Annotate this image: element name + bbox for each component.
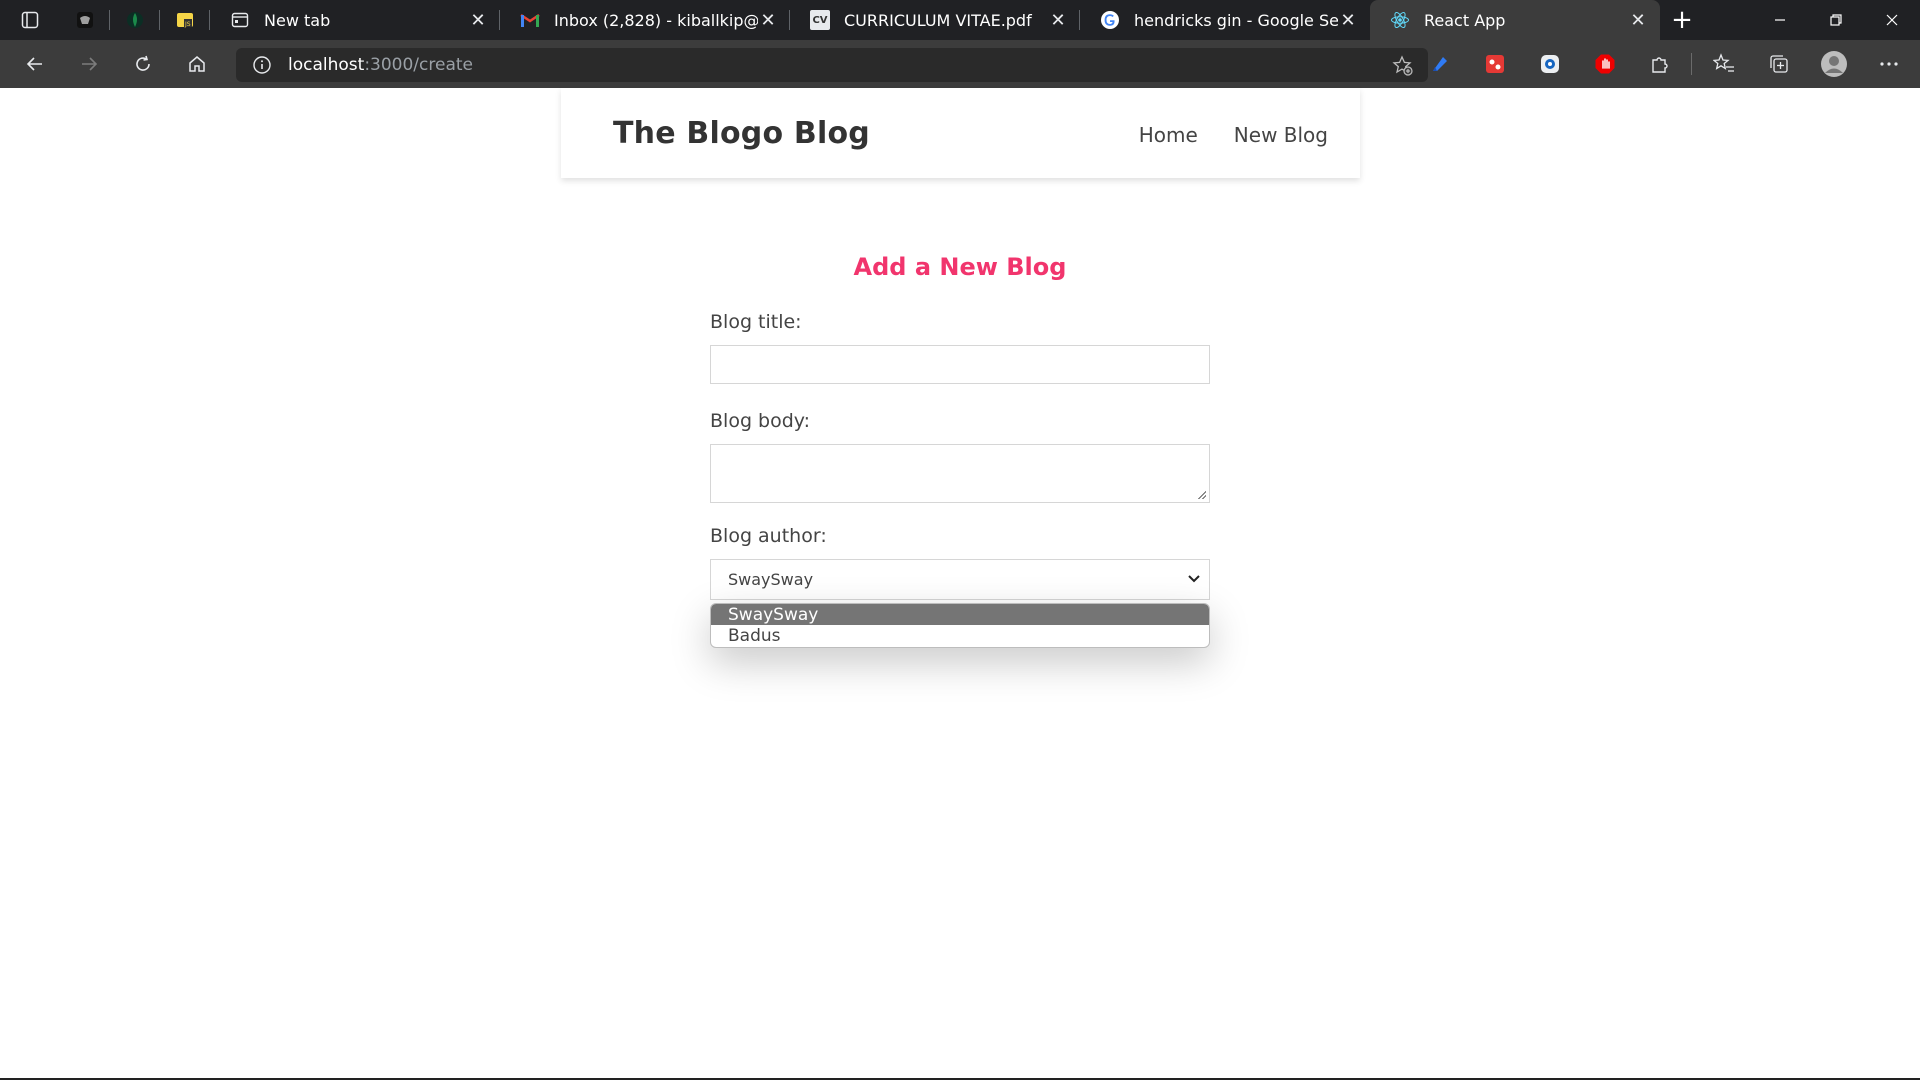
cv-icon: CV [810, 10, 830, 30]
close-icon[interactable]: ✕ [1628, 10, 1648, 31]
pen-extension-icon [1432, 57, 1447, 71]
blog-title-label: Blog title: [710, 311, 802, 333]
google-icon [1100, 10, 1120, 30]
svg-text:JS: JS [184, 21, 191, 28]
resize-grip-icon[interactable] [1198, 491, 1206, 499]
web-page: The Blogo Blog Home New Blog Add a New B… [0, 88, 1920, 1078]
puzzle-red-extension-icon [1485, 55, 1504, 73]
js-folder-icon: JS [177, 13, 193, 28]
author-option-badus[interactable]: Badus [711, 625, 1209, 646]
tab-title: CURRICULUM VITAE.pdf [844, 10, 1032, 30]
tab-actions-icon [21, 11, 39, 29]
extension-1[interactable] [1412, 40, 1467, 88]
home-button[interactable] [170, 40, 224, 88]
toolbar-divider [1691, 53, 1692, 75]
tab-react-app[interactable]: React App ✕ [1370, 0, 1660, 40]
blog-author-select[interactable]: SwaySway [710, 559, 1210, 600]
tab-google-search[interactable]: hendricks gin - Google Search ✕ [1080, 0, 1370, 40]
forward-arrow-icon [82, 57, 98, 71]
chevron-down-icon [1188, 575, 1200, 583]
shield-extension-icon [1540, 55, 1559, 73]
new-tab-button[interactable]: + [1660, 0, 1704, 40]
favorites-star-list-icon [1712, 53, 1734, 72]
blog-body-label: Blog body: [710, 410, 811, 432]
address-bar[interactable]: localhost:3000/create [236, 48, 1428, 82]
site-navbar: The Blogo Blog Home New Blog [561, 88, 1360, 178]
mongodb-leaf-icon [127, 12, 143, 28]
extension-2[interactable] [1467, 40, 1522, 88]
close-icon[interactable]: ✕ [758, 10, 778, 31]
pinned-tab-3[interactable]: JS [160, 0, 210, 40]
newtab-icon [230, 10, 250, 30]
close-icon[interactable]: ✕ [1048, 10, 1068, 31]
extensions-button[interactable] [1632, 40, 1687, 88]
tab-strip: JS New tab ✕ Inbox (2,828) - kiballkip@g… [0, 0, 1920, 40]
extension-4[interactable] [1577, 40, 1632, 88]
tab-gmail[interactable]: Inbox (2,828) - kiballkip@gmail ✕ [500, 0, 790, 40]
gmail-icon [520, 10, 540, 30]
add-favorite-icon[interactable] [1392, 55, 1414, 81]
form-heading: Add a New Blog [853, 253, 1067, 281]
puzzle-icon [1651, 57, 1668, 73]
extension-3[interactable] [1522, 40, 1577, 88]
adblock-hand-icon [1595, 54, 1614, 74]
create-blog-form: Add a New Blog Blog title: Blog body: Bl… [710, 253, 1210, 600]
url-path: :3000/create [364, 55, 473, 75]
close-window-button[interactable] [1864, 0, 1920, 40]
author-selected-value: SwaySway [728, 570, 814, 589]
more-dots-icon [1879, 62, 1898, 66]
url-host: localhost [288, 55, 365, 75]
close-icon[interactable]: ✕ [1338, 10, 1358, 31]
shield-bird-icon [77, 12, 93, 28]
react-icon [1390, 10, 1410, 30]
settings-menu-button[interactable] [1861, 40, 1916, 88]
tab-new-tab[interactable]: New tab ✕ [210, 0, 500, 40]
plus-icon: + [1671, 5, 1693, 35]
profile-button[interactable] [1806, 40, 1861, 88]
collections-icon [1769, 55, 1788, 73]
tab-title: Inbox (2,828) - kiballkip@gmail [554, 10, 758, 30]
author-option-swaysway[interactable]: SwaySway [711, 604, 1209, 625]
tab-title: hendricks gin - Google Search [1134, 10, 1338, 30]
refresh-button[interactable] [116, 40, 170, 88]
close-window-icon [1886, 14, 1898, 26]
nav-links: Home New Blog [1103, 123, 1328, 147]
nav-home-link[interactable]: Home [1139, 123, 1198, 147]
author-dropdown-list: SwaySway Badus [710, 603, 1210, 648]
favorites-button[interactable] [1696, 40, 1751, 88]
minimize-icon [1775, 19, 1785, 21]
forward-button[interactable] [62, 40, 116, 88]
home-icon [189, 56, 205, 72]
back-arrow-icon [26, 57, 42, 71]
minimize-button[interactable] [1752, 0, 1808, 40]
blog-author-label: Blog author: [710, 525, 827, 547]
tab-title: React App [1424, 10, 1506, 30]
restore-icon [1830, 14, 1842, 26]
restore-button[interactable] [1808, 0, 1864, 40]
tab-cv-pdf[interactable]: CV CURRICULUM VITAE.pdf ✕ [790, 0, 1080, 40]
nav-new-blog-link[interactable]: New Blog [1234, 123, 1328, 147]
tab-actions-button[interactable] [0, 0, 60, 40]
pinned-tab-1[interactable] [60, 0, 110, 40]
site-brand: The Blogo Blog [613, 116, 870, 151]
back-button[interactable] [8, 40, 62, 88]
site-info-icon[interactable] [236, 55, 288, 75]
extensions-row [1412, 40, 1916, 88]
blog-title-input[interactable] [710, 345, 1210, 384]
refresh-icon [136, 55, 150, 71]
close-icon[interactable]: ✕ [468, 10, 488, 31]
collections-button[interactable] [1751, 40, 1806, 88]
window-controls [1752, 0, 1920, 40]
tab-title: New tab [264, 10, 331, 30]
avatar-icon [1820, 51, 1847, 77]
blog-body-textarea[interactable] [710, 444, 1210, 503]
pinned-tab-2[interactable] [110, 0, 160, 40]
